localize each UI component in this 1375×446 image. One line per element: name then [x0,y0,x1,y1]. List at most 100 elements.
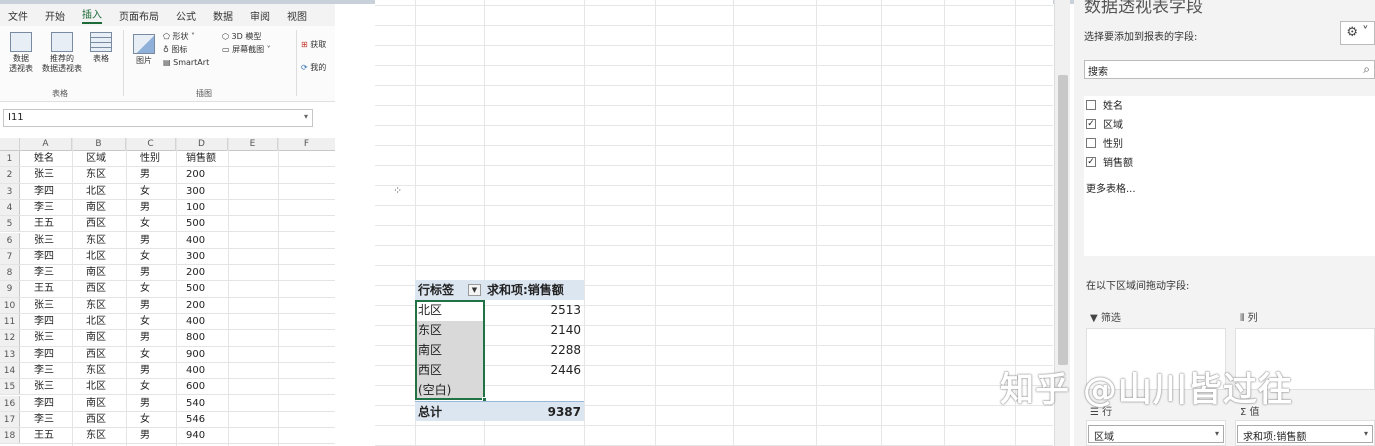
cell-d[interactable]: 300 [186,184,205,199]
cell-d[interactable]: 200 [186,167,205,182]
cell-c[interactable]: 男 [140,428,150,443]
row-number[interactable]: 15 [0,379,20,395]
checkbox[interactable] [1086,99,1096,110]
cell-c[interactable]: 女 [140,347,150,362]
table-row[interactable]: 18 王五 东区 男 940 [0,428,335,445]
name-box[interactable]: I11 ▾ [3,109,313,127]
cell-b[interactable]: 西区 [86,412,106,427]
row-number[interactable]: 2 [0,167,20,183]
cell-a[interactable]: 李四 [34,314,54,329]
cell-b[interactable]: 南区 [86,265,106,280]
tab-page-layout[interactable]: 页面布局 [119,8,159,23]
cell-a[interactable]: 李三 [34,265,54,280]
cell-d[interactable]: 400 [186,314,205,329]
cell-d[interactable]: 销售额 [186,151,216,166]
cell-c[interactable]: 女 [140,216,150,231]
cell-d[interactable]: 900 [186,347,205,362]
scrollbar-thumb[interactable] [1058,75,1068,365]
table-row[interactable]: 3 李四 北区 女 300 [0,183,335,200]
pivot-grand-total-row[interactable]: 总计 9387 [415,401,584,421]
row-number[interactable]: 17 [0,411,20,428]
cell-c[interactable]: 女 [140,281,150,296]
checkbox-checked[interactable]: ✓ [1086,118,1096,129]
cell-b[interactable]: 北区 [86,379,106,394]
checkbox-checked[interactable]: ✓ [1086,156,1096,167]
pivot-table[interactable]: 行标签 ▼ 求和项:销售额 北区 2513 东区 2140 南区 2288 西区… [415,280,584,421]
table-row[interactable]: 12 张三 南区 男 800 [0,330,335,347]
cell-d[interactable]: 200 [186,265,205,280]
cell-a[interactable]: 姓名 [34,151,54,166]
field-item-region[interactable]: ✓ 区域 [1086,116,1123,131]
cell-b[interactable]: 东区 [86,298,106,313]
cell-d[interactable]: 400 [186,233,205,248]
cell-b[interactable]: 北区 [86,184,106,199]
table-row[interactable]: 13 李四 西区 女 900 [0,346,335,363]
picture-button[interactable]: 图片 [130,34,158,66]
row-number[interactable]: 1 [0,151,20,167]
tab-insert[interactable]: 插入 [82,6,102,24]
pivot-row[interactable]: 东区 2140 [415,320,584,340]
row-number[interactable]: 3 [0,183,20,199]
screenshot-button[interactable]: ▭ 屏幕截图 ˅ [222,44,271,55]
cell-d[interactable]: 546 [186,412,205,427]
row-number[interactable]: 18 [0,428,20,444]
field-search-input[interactable]: 搜索 ⌕ [1084,60,1375,79]
table-row[interactable]: 9 王五 西区 女 500 [0,281,335,298]
cell-a[interactable]: 王五 [34,216,54,231]
cell-a[interactable]: 李三 [34,200,54,215]
table-row[interactable]: 16 李四 南区 男 540 [0,395,335,412]
cell-d[interactable]: 500 [186,216,205,231]
row-number[interactable]: 14 [0,362,20,379]
cell-a[interactable]: 李三 [34,363,54,378]
table-button[interactable]: 表格 [88,32,114,64]
cell-d[interactable]: 540 [186,396,205,411]
tab-data[interactable]: 数据 [213,8,233,23]
more-tables-link[interactable]: 更多表格... [1086,180,1136,195]
column-header-a[interactable]: A [20,138,72,151]
table-row[interactable]: 17 李三 西区 女 546 [0,411,335,429]
cell-b[interactable]: 南区 [86,330,106,345]
cell-b[interactable]: 北区 [86,314,106,329]
row-number[interactable]: 13 [0,346,20,362]
field-item-gender[interactable]: 性别 [1086,135,1123,150]
column-header-d[interactable]: D [176,138,228,151]
cell-c[interactable]: 男 [140,330,150,345]
pivot-table-button[interactable]: 数据 透视表 [6,32,36,74]
row-number[interactable]: 16 [0,395,20,411]
table-row[interactable]: 15 张三 北区 女 600 [0,379,335,396]
cell-a[interactable]: 李四 [34,249,54,264]
cell-a[interactable]: 李四 [34,347,54,362]
cell-c[interactable]: 男 [140,200,150,215]
cell-c[interactable]: 男 [140,265,150,280]
cell-a[interactable]: 张三 [34,298,54,313]
filter-dropdown-icon[interactable]: ▼ [468,284,481,296]
cell-b[interactable]: 东区 [86,363,106,378]
row-number[interactable]: 6 [0,232,20,248]
smartart-button[interactable]: ▤ SmartArt [163,57,209,68]
row-number[interactable]: 12 [0,330,20,346]
cell-d[interactable]: 600 [186,379,205,394]
cell-b[interactable]: 西区 [86,216,106,231]
cell-d[interactable]: 100 [186,200,205,215]
table-row[interactable]: 10 张三 东区 男 200 [0,297,335,314]
cell-b[interactable]: 区域 [86,151,106,166]
cell-c[interactable]: 男 [140,233,150,248]
tab-review[interactable]: 审阅 [250,8,270,23]
table-row[interactable]: 11 李四 北区 女 400 [0,314,335,331]
cell-a[interactable]: 张三 [34,167,54,182]
cell-c[interactable]: 性别 [140,151,160,166]
get-addins-button[interactable]: ⊞ 获取 [301,39,326,50]
row-number[interactable]: 10 [0,297,20,313]
tab-view[interactable]: 视图 [287,8,307,23]
column-header-f[interactable]: F [278,138,335,151]
cell-d[interactable]: 300 [186,249,205,264]
cell-a[interactable]: 张三 [34,379,54,394]
gear-icon[interactable]: ⚙ ˅ [1340,21,1375,45]
cell-b[interactable]: 南区 [86,396,106,411]
chevron-down-icon[interactable]: ▾ [1215,429,1219,438]
3d-model-button[interactable]: ⬡ 3D 模型 [222,31,261,42]
tab-formulas[interactable]: 公式 [176,8,196,23]
row-number[interactable]: 8 [0,265,20,281]
cell-a[interactable]: 王五 [34,281,54,296]
cell-b[interactable]: 南区 [86,200,106,215]
